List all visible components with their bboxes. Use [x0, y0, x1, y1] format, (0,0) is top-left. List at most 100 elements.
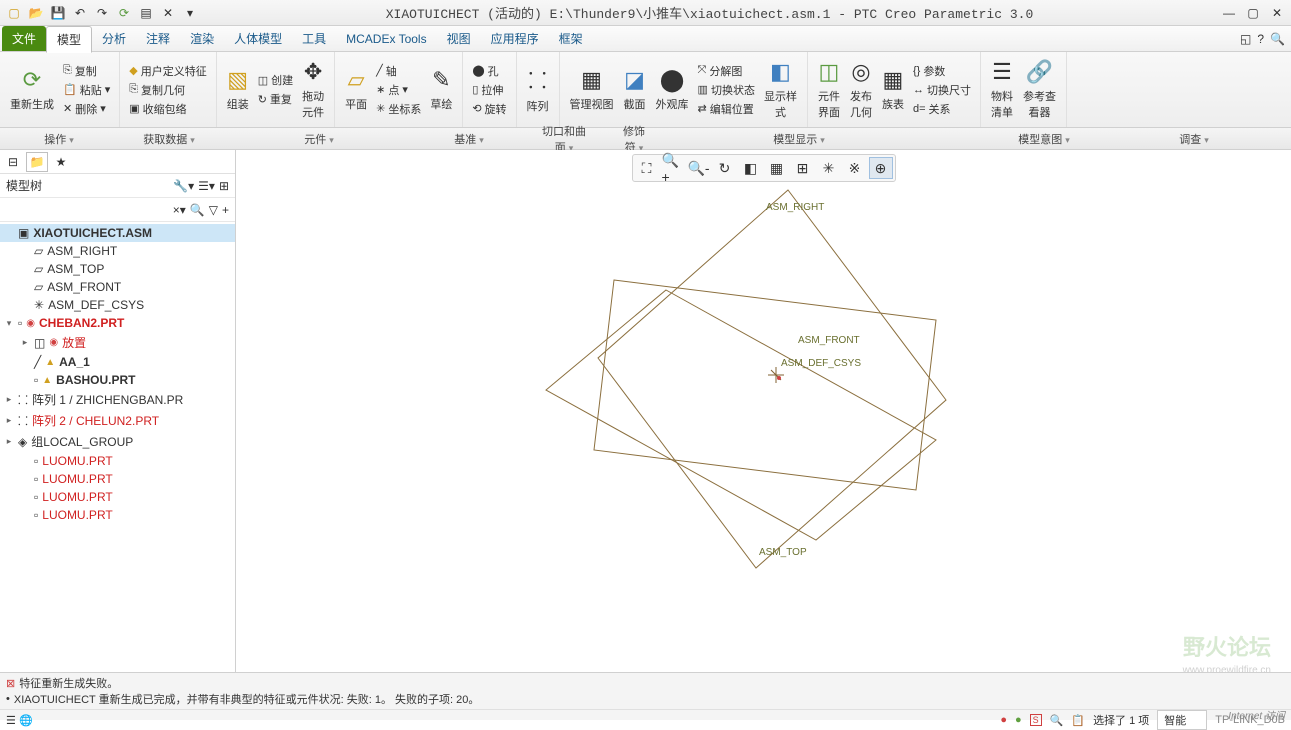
- hole-button[interactable]: ⬤孔: [469, 62, 509, 80]
- save-button[interactable]: 💾: [48, 3, 68, 23]
- tab-tools[interactable]: 工具: [292, 26, 336, 51]
- section-button[interactable]: ◪截面: [620, 65, 650, 114]
- tree-filter-icon[interactable]: ▽: [209, 203, 218, 217]
- open-button[interactable]: 📂: [26, 3, 46, 23]
- explode-button[interactable]: ⤧分解图: [695, 62, 758, 80]
- tree-item[interactable]: ▸◈组LOCAL_GROUP: [0, 431, 235, 452]
- redo-button[interactable]: ↷: [92, 3, 112, 23]
- assemble-button[interactable]: ▧组装: [223, 65, 253, 114]
- tab-annotate[interactable]: 注释: [136, 26, 180, 51]
- file-menu[interactable]: 文件: [2, 26, 46, 51]
- tree-item[interactable]: ▾▫◉CHEBAN2.PRT: [0, 314, 235, 332]
- find-icon[interactable]: 🔍: [1050, 714, 1064, 727]
- tree-display-icon[interactable]: ⊞: [219, 179, 229, 193]
- sketch-button[interactable]: ✎草绘: [426, 65, 456, 114]
- tab-framework[interactable]: 框架: [549, 26, 593, 51]
- minimize-button[interactable]: —: [1219, 3, 1239, 23]
- tab-mcadex[interactable]: MCADEx Tools: [336, 28, 436, 50]
- create-button[interactable]: ◫创建: [255, 71, 296, 89]
- graphics-area[interactable]: ⛶ 🔍+ 🔍- ↻ ◧ ▦ ⊞ ✳ ※ ⊕ ASM_RIGHT ASM_FRON…: [236, 150, 1291, 692]
- relation-button[interactable]: d=关系: [910, 100, 974, 118]
- close-window-button[interactable]: ✕: [158, 3, 178, 23]
- tree-show-icon[interactable]: ☰▾: [198, 179, 215, 193]
- search-icon[interactable]: 🔍: [1270, 32, 1285, 46]
- tree-item[interactable]: ▱ASM_RIGHT: [0, 242, 235, 260]
- tree-item[interactable]: ╱▲AA_1: [0, 353, 235, 371]
- folder-browser-tab[interactable]: 📁: [26, 152, 48, 172]
- grplabel-component[interactable]: 元件: [224, 129, 414, 149]
- tree-add-icon[interactable]: +: [222, 203, 229, 217]
- csys-button[interactable]: ✳坐标系: [373, 100, 424, 118]
- refviewer-button[interactable]: 🔗参考查 看器: [1019, 57, 1060, 122]
- switchstate-button[interactable]: ▥切换状态: [695, 81, 758, 99]
- model-tree[interactable]: ▣XIAOTUICHECT.ASM▱ASM_RIGHT▱ASM_TOP▱ASM_…: [0, 222, 235, 676]
- shrinkwrap-button[interactable]: ▣收缩包络: [126, 100, 209, 118]
- compif-button[interactable]: ◫元件 界面: [814, 57, 844, 122]
- qat-dropdown[interactable]: ▾: [180, 3, 200, 23]
- favorites-tab[interactable]: ★: [50, 152, 72, 172]
- grplabel-modeldisplay[interactable]: 模型显示: [664, 129, 934, 149]
- manageviews-button[interactable]: ▦管理视图: [566, 65, 618, 114]
- delete-button[interactable]: ✕删除▾: [60, 100, 113, 118]
- paste-button[interactable]: 📋粘贴▾: [60, 81, 113, 99]
- bom-button[interactable]: ☰物料 清单: [987, 57, 1017, 122]
- switchdim-button[interactable]: ↔切换尺寸: [910, 81, 974, 99]
- tree-item[interactable]: ▱ASM_TOP: [0, 260, 235, 278]
- plane-button[interactable]: ▱平面: [341, 65, 371, 114]
- pattern-button[interactable]: ⸬阵列: [523, 63, 553, 116]
- close-button[interactable]: ✕: [1267, 3, 1287, 23]
- tree-item[interactable]: ▫▲BASHOU.PRT: [0, 371, 235, 389]
- regenerate-button[interactable]: ⟳重新生成: [6, 65, 58, 114]
- regen-button[interactable]: ⟳: [114, 3, 134, 23]
- clipboard-icon[interactable]: 📋: [1071, 714, 1085, 727]
- ribbon-minimize-icon[interactable]: ◱: [1240, 32, 1251, 46]
- grplabel-investigate[interactable]: 调查: [1154, 129, 1234, 149]
- param-button[interactable]: {}参数: [910, 62, 974, 80]
- undo-button[interactable]: ↶: [70, 3, 90, 23]
- point-button[interactable]: ∗点▾: [373, 81, 424, 99]
- filter-label[interactable]: 智能: [1157, 710, 1207, 730]
- grplabel-operate[interactable]: 操作: [4, 129, 114, 149]
- tab-model[interactable]: 模型: [46, 26, 92, 53]
- copy-button[interactable]: ⎘复制: [60, 62, 113, 80]
- tree-item[interactable]: ▫LUOMU.PRT: [0, 488, 235, 506]
- copygeom-button[interactable]: ⎘复制几何: [126, 81, 209, 99]
- tree-item[interactable]: ▱ASM_FRONT: [0, 278, 235, 296]
- tree-close-icon[interactable]: ×▾: [173, 203, 186, 217]
- help-icon[interactable]: ?: [1257, 32, 1264, 46]
- extrude-button[interactable]: ▯拉伸: [469, 81, 509, 99]
- axis-button[interactable]: ╱轴: [373, 62, 424, 80]
- tree-find-icon[interactable]: 🔍: [190, 203, 205, 217]
- tree-item[interactable]: ▫LUOMU.PRT: [0, 470, 235, 488]
- maximize-button[interactable]: ▢: [1243, 3, 1263, 23]
- model-tree-tab[interactable]: ⊟: [2, 152, 24, 172]
- tree-item[interactable]: ✳ASM_DEF_CSYS: [0, 296, 235, 314]
- displaystyle-button[interactable]: ◧显示样 式: [760, 57, 801, 122]
- appearance-button[interactable]: ⬤外观库: [652, 65, 693, 114]
- tab-manikin[interactable]: 人体模型: [224, 26, 292, 51]
- udf-button[interactable]: ◆用户定义特征: [126, 62, 209, 80]
- tab-render[interactable]: 渲染: [180, 26, 224, 51]
- tree-item[interactable]: ▫LUOMU.PRT: [0, 452, 235, 470]
- browser-icon[interactable]: 🌐: [19, 714, 33, 727]
- tree-settings-icon[interactable]: 🔧▾: [173, 179, 194, 193]
- revolve-button[interactable]: ⟲旋转: [469, 100, 509, 118]
- tree-item[interactable]: ▣XIAOTUICHECT.ASM: [0, 224, 235, 242]
- dragcomp-button[interactable]: ✥拖动 元件: [298, 57, 328, 122]
- tree-item[interactable]: ▸⸬阵列 1 / ZHICHENGBAN.PR: [0, 389, 235, 410]
- grplabel-getdata[interactable]: 获取数据: [114, 129, 224, 149]
- new-button[interactable]: ▢: [4, 3, 24, 23]
- grplabel-modelintent[interactable]: 模型意图: [934, 129, 1154, 149]
- tree-item[interactable]: ▫LUOMU.PRT: [0, 506, 235, 524]
- editpos-button[interactable]: ⇄编辑位置: [695, 100, 758, 118]
- grplabel-datum[interactable]: 基准: [414, 129, 524, 149]
- windows-button[interactable]: ▤: [136, 3, 156, 23]
- tree-item[interactable]: ▸◫◉放置: [0, 332, 235, 353]
- repeat-button[interactable]: ↻重复: [255, 90, 296, 108]
- family-button[interactable]: ▦族表: [878, 65, 908, 114]
- msg-log-icon[interactable]: ☰: [6, 714, 16, 727]
- tab-view[interactable]: 视图: [437, 26, 481, 51]
- tree-item[interactable]: ▸⸬阵列 2 / CHELUN2.PRT: [0, 410, 235, 431]
- tab-applications[interactable]: 应用程序: [481, 26, 549, 51]
- pubgeom-button[interactable]: ◎发布 几何: [846, 57, 876, 122]
